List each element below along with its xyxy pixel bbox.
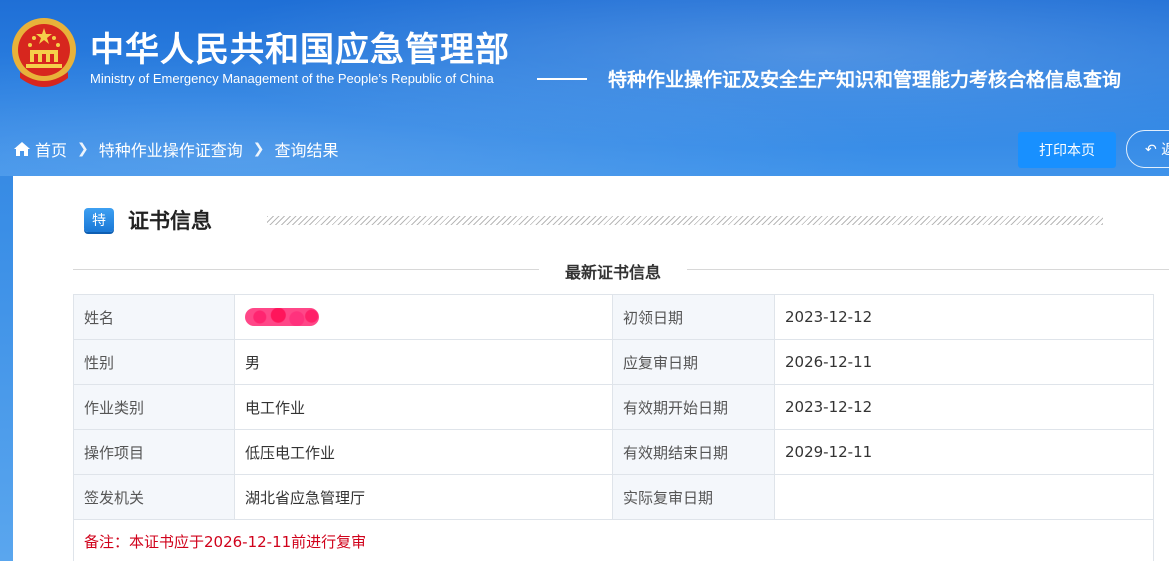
table-row: 操作项目 低压电工作业 有效期结束日期 2029-12-11 [73,429,1154,475]
table-row: 签发机关 湖北省应急管理厅 实际复审日期 [73,474,1154,520]
label-work-category: 作业类别 [73,384,235,430]
subsection-title: 最新证书信息 [564,263,661,282]
system-title: 特种作业操作证及安全生产知识和管理能力考核合格信息查询 [608,69,1122,91]
label-first-issue-date: 初领日期 [612,294,775,340]
value-issuing-authority: 湖北省应急管理厅 [234,474,613,520]
label-name: 姓名 [73,294,235,340]
value-gender: 男 [234,339,613,385]
cert-info-table: 姓名 初领日期 2023-12-12 性别 男 应复审日期 2026-12-11… [73,294,1154,561]
redacted-name [245,308,319,327]
national-emblem-icon [12,18,76,87]
back-button[interactable]: ↶ 返 [1126,130,1169,168]
label-gender: 性别 [73,339,235,385]
org-name-en: Ministry of Emergency Management of the … [90,71,494,86]
value-actual-review-date [774,474,1154,520]
value-work-category: 电工作业 [234,384,613,430]
title-divider [537,78,587,80]
section-title: 证书信息 [128,209,212,233]
value-review-due-date: 2026-12-11 [774,339,1154,385]
subhead-divider-right [687,269,1169,270]
label-issuing-authority: 签发机关 [73,474,235,520]
chevron-right-icon: ❯ [252,141,265,157]
section-header: 特 证书信息 [84,206,212,234]
label-valid-end-date: 有效期结束日期 [612,429,775,475]
label-valid-start-date: 有效期开始日期 [612,384,775,430]
table-row: 姓名 初领日期 2023-12-12 [73,294,1154,340]
value-first-issue-date: 2023-12-12 [774,294,1154,340]
chevron-right-icon: ❯ [77,141,89,157]
home-icon [14,142,30,156]
value-name [234,294,613,340]
breadcrumb-cert-query-link[interactable]: 特种作业操作证查询 [99,137,243,161]
review-note: 备注：本证书应于2026-12-11前进行复审 [73,519,1154,561]
value-valid-end-date: 2029-12-11 [774,429,1154,475]
table-row: 性别 男 应复审日期 2026-12-11 [73,339,1154,385]
header-banner: 中华人民共和国应急管理部 Ministry of Emergency Manag… [0,0,1169,176]
org-name-cn: 中华人民共和国应急管理部 [90,30,510,70]
label-actual-review-date: 实际复审日期 [612,474,775,520]
breadcrumb: 首页 ❯ 特种作业操作证查询 ❯ 查询结果 [13,137,339,161]
value-operation-item: 低压电工作业 [234,429,613,475]
hatch-divider [267,216,1103,225]
special-badge-icon: 特 [84,208,114,232]
value-valid-start-date: 2023-12-12 [774,384,1154,430]
subhead-divider-left [73,269,539,270]
label-operation-item: 操作项目 [73,429,235,475]
back-arrow-icon: ↶ [1145,142,1157,158]
label-review-due-date: 应复审日期 [612,339,775,385]
breadcrumb-current: 查询结果 [274,141,339,160]
table-row: 备注：本证书应于2026-12-11前进行复审 [73,519,1154,561]
table-row: 作业类别 电工作业 有效期开始日期 2023-12-12 [73,384,1154,430]
back-button-label: 返 [1161,142,1169,158]
print-button[interactable]: 打印本页 [1018,132,1116,168]
breadcrumb-home-link[interactable]: 首页 [35,137,67,161]
content-panel: 特 证书信息 最新证书信息 姓名 初领日期 2023-12-12 性别 男 应复… [13,176,1169,561]
